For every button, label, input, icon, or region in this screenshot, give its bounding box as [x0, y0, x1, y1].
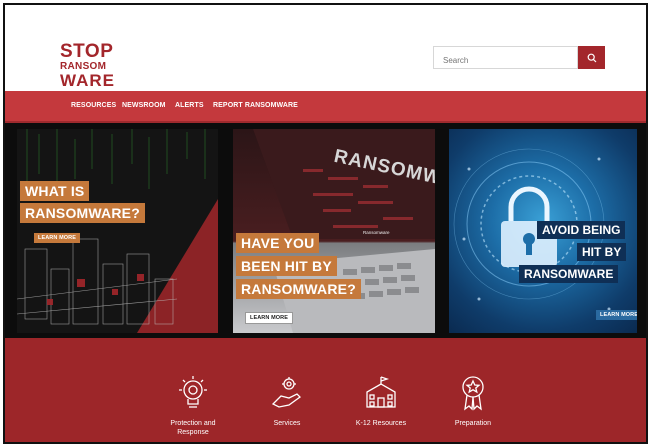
- school-building-icon: [366, 376, 396, 408]
- card2-title-line1: HAVE YOU: [236, 233, 320, 253]
- card1-title-line2: RANSOMWARE?: [20, 203, 145, 223]
- main-nav: RESOURCES NEWSROOM ALERTS REPORT RANSOMW…: [5, 91, 646, 123]
- search-icon: [587, 53, 596, 62]
- search-button[interactable]: [578, 46, 605, 69]
- card2-title-line2: BEEN HIT BY: [236, 256, 337, 276]
- lightbulb-gear-icon: [179, 376, 207, 408]
- services-section: Protection and Response Services K-12 Re…: [5, 338, 646, 442]
- service-label-protection: Protection and Response: [153, 420, 233, 438]
- logo-stop-text: STOP: [60, 41, 114, 62]
- card-have-you-been-hit[interactable]: RANSOMW Ransomware HAVE YOU BEEN HIT BY …: [233, 129, 435, 333]
- card1-learn-more-button[interactable]: LEARN MORE: [34, 233, 80, 243]
- service-label-preparation: Preparation: [454, 420, 492, 427]
- service-label-protection-line1: Protection and: [170, 420, 216, 427]
- card-avoid-being-hit[interactable]: AVOID BEING HIT BY RANSOMWARE LEARN MORE: [449, 129, 637, 333]
- hand-gear-icon: [271, 377, 301, 408]
- nav-item-report-ransomware[interactable]: REPORT RANSOMWARE: [213, 102, 298, 109]
- logo-ware-text: WARE: [60, 71, 115, 90]
- search-input[interactable]: [433, 46, 578, 69]
- service-label-services: Services: [273, 420, 301, 427]
- card3-title-line2: HIT BY: [577, 243, 627, 261]
- browser-frame: STOP RANSOM WARE RESOURCES NEWSROOM ALER…: [3, 3, 648, 444]
- card1-title-line1: WHAT IS: [20, 181, 90, 201]
- card3-title-line1: AVOID BEING: [537, 221, 626, 239]
- service-preparation[interactable]: Preparation: [433, 374, 513, 429]
- site-header: STOP RANSOM WARE: [5, 5, 646, 91]
- stop-ransomware-logo[interactable]: STOP RANSOM WARE: [60, 42, 120, 89]
- service-services[interactable]: Services: [247, 374, 327, 429]
- card2-learn-more-button[interactable]: LEARN MORE: [245, 312, 293, 324]
- card-what-is-ransomware[interactable]: WHAT IS RANSOMWARE? LEARN MORE: [17, 129, 218, 333]
- service-label-k12: K-12 Resources: [355, 420, 407, 427]
- laptop-screen-label: Ransomware: [363, 230, 390, 235]
- card2-title-line3: RANSOMWARE?: [236, 279, 361, 299]
- service-k12-resources[interactable]: K-12 Resources: [341, 374, 421, 429]
- service-label-protection-line2: Response: [177, 428, 209, 436]
- hero-row: WHAT IS RANSOMWARE? LEARN MORE RANSOMW R…: [5, 123, 646, 338]
- card3-learn-more-button[interactable]: LEARN MORE: [596, 310, 637, 320]
- nav-item-alerts[interactable]: ALERTS: [175, 102, 204, 109]
- city-illustration: [17, 129, 218, 333]
- card3-title-line3: RANSOMWARE: [519, 265, 619, 283]
- award-ribbon-icon: [462, 376, 484, 411]
- nav-item-resources[interactable]: RESOURCES: [71, 102, 116, 109]
- nav-item-newsroom[interactable]: NEWSROOM: [122, 102, 166, 109]
- service-protection-and-response[interactable]: Protection and Response: [153, 374, 233, 438]
